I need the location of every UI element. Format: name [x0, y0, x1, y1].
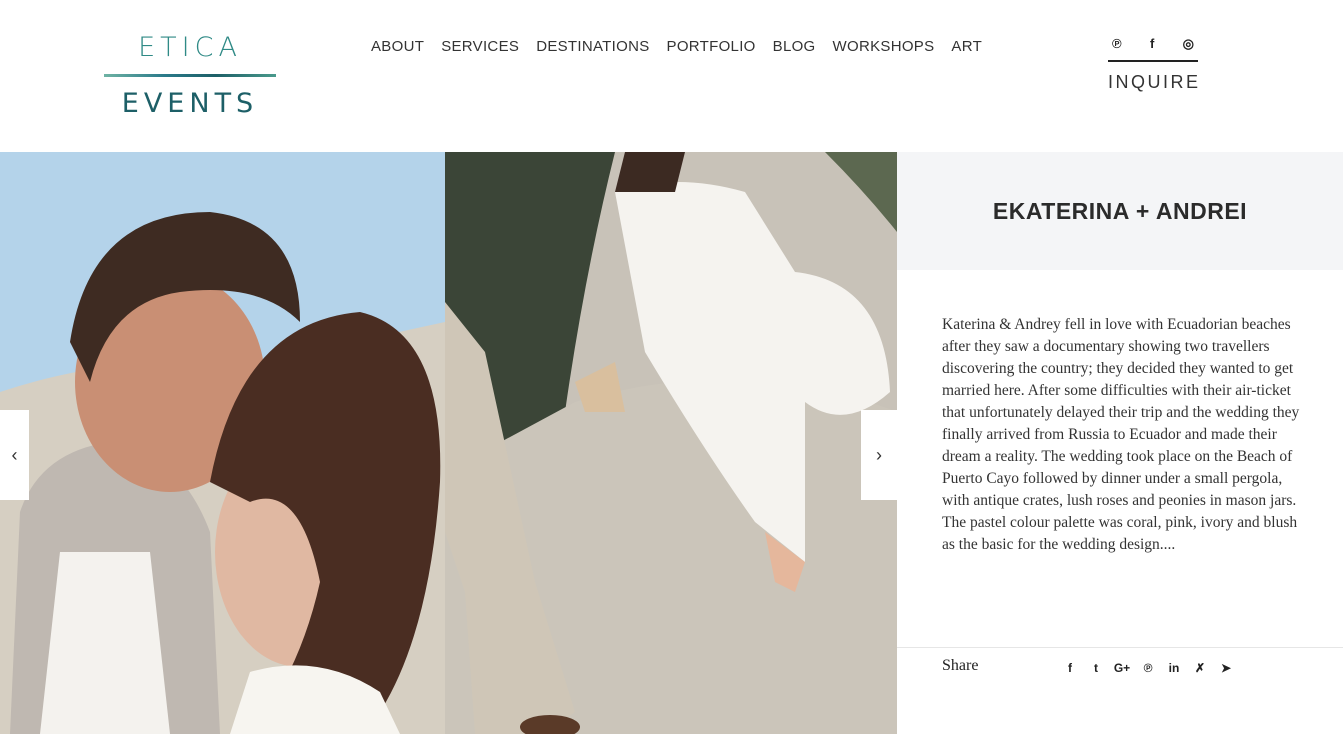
nav-item-workshops[interactable]: WORKSHOPS — [833, 38, 935, 55]
instagram-icon[interactable]: ◎ — [1183, 34, 1194, 54]
nav-item-art[interactable]: ART — [951, 38, 982, 55]
twitter-icon[interactable]: t — [1083, 661, 1109, 675]
main-nav: ABOUT SERVICES DESTINATIONS PORTFOLIO BL… — [371, 38, 999, 55]
gallery-photo-couple — [0, 152, 445, 734]
post-title: EKATERINA + ANDREI — [992, 197, 1248, 224]
inquire-divider — [1108, 60, 1198, 62]
chevron-left-icon: ‹ — [11, 444, 18, 465]
nav-item-about[interactable]: ABOUT — [371, 38, 424, 55]
share-icons: f t G+ ℗ in ✗ ➤ — [1057, 661, 1239, 675]
photo-gallery: ‹ › — [0, 152, 897, 734]
telegram-icon[interactable]: ➤ — [1213, 661, 1239, 675]
post-title-box: EKATERINA + ANDREI — [897, 152, 1343, 270]
nav-item-destinations[interactable]: DESTINATIONS — [536, 38, 649, 55]
nav-item-services[interactable]: SERVICES — [441, 38, 519, 55]
facebook-icon[interactable]: f — [1150, 34, 1154, 54]
logo-divider — [104, 74, 276, 77]
logo-wordmark-top: ETICA — [138, 32, 242, 63]
share-divider — [897, 647, 1343, 648]
logo[interactable]: ETICA EVENTS — [104, 30, 276, 122]
couple-photo-art — [0, 152, 445, 734]
linkedin-icon[interactable]: in — [1161, 661, 1187, 675]
pinterest-icon[interactable]: ℗ — [1112, 34, 1122, 54]
nav-item-blog[interactable]: BLOG — [773, 38, 816, 55]
post-panel: EKATERINA + ANDREI Katerina & Andrey fel… — [897, 152, 1343, 734]
header-social-links: ℗ f ◎ — [1108, 34, 1198, 54]
nav-item-portfolio[interactable]: PORTFOLIO — [667, 38, 756, 55]
google-plus-icon[interactable]: G+ — [1109, 661, 1135, 675]
xing-icon[interactable]: ✗ — [1187, 661, 1213, 675]
gallery-photo-beach — [445, 152, 897, 734]
beach-photo-art — [445, 152, 897, 734]
inquire-button[interactable]: INQUIRE — [1108, 72, 1198, 93]
pinterest-icon[interactable]: ℗ — [1135, 661, 1161, 675]
site-header: ETICA EVENTS ABOUT SERVICES DESTINATIONS… — [0, 0, 1343, 152]
logo-wordmark-bottom: EVENTS — [121, 88, 259, 119]
post-description: Katerina & Andrey fell in love with Ecua… — [942, 316, 1300, 553]
chevron-right-icon: › — [876, 444, 882, 465]
gallery-prev-button[interactable]: ‹ — [0, 410, 29, 500]
gallery-next-button[interactable]: › — [861, 410, 897, 500]
share-label: Share — [942, 657, 979, 674]
facebook-icon[interactable]: f — [1057, 661, 1083, 675]
